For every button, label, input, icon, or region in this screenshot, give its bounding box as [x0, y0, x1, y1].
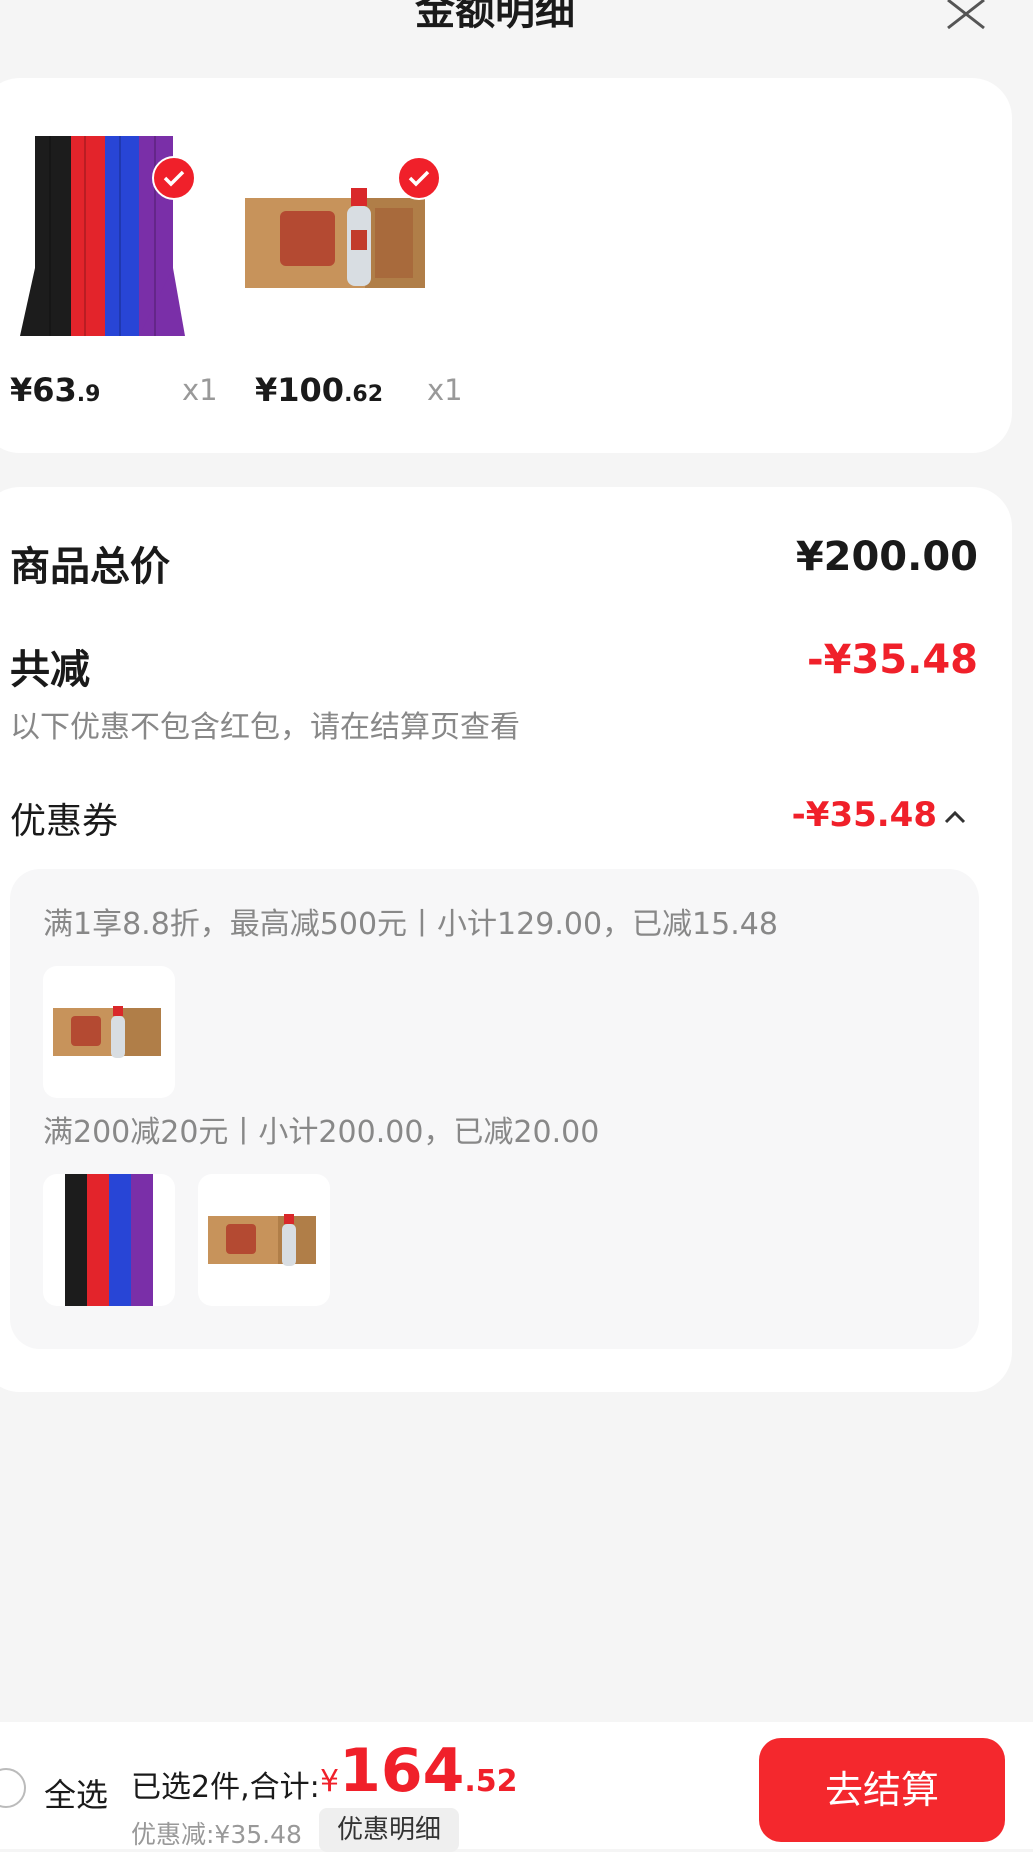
selected-products-card: ¥63.9 x1 ¥100.62 x1 [0, 78, 1012, 453]
product-image-liquor-box[interactable] [225, 118, 455, 343]
checkout-bar: 全选 已选2件,合计: ¥164.52 优惠减:¥35.48 优惠明细 去结算 [0, 1722, 1033, 1852]
coupon-value[interactable]: -¥35.48 [792, 795, 937, 835]
product-item[interactable]: ¥100.62 x1 [225, 118, 463, 428]
price-detail-card: 商品总价 ¥200.00 共减 -¥35.48 以下优惠不包含红包，请在结算页查… [0, 487, 1012, 1392]
goods-total-label: 商品总价 [10, 544, 170, 590]
coupon-label[interactable]: 优惠券 [10, 792, 118, 844]
product-checked-icon[interactable] [152, 156, 196, 200]
close-icon[interactable] [944, 0, 988, 30]
coupon-rule-text: 满200减20元丨小计200.00，已减20.00 [43, 1115, 600, 1150]
rule-product-image-belts [43, 1174, 175, 1306]
product-price: ¥100.62 [255, 371, 384, 409]
discount-amount: 优惠减:¥35.48 [131, 1820, 302, 1849]
coupon-rule-text: 满1享8.8折，最高减500元丨小计129.00，已减15.48 [43, 907, 778, 942]
rule-product-image-liquor-box [43, 966, 175, 1098]
product-quantity: x1 [427, 373, 463, 407]
page-title: 金额明细 [415, 0, 575, 34]
total-reduction-value: -¥35.48 [807, 637, 978, 683]
total-reduction-label: 共减 [10, 647, 90, 693]
discount-detail-button[interactable]: 优惠明细 [319, 1808, 459, 1852]
goods-total-value: ¥200.00 [795, 534, 978, 580]
product-quantity: x1 [182, 373, 218, 407]
rule-product-image-liquor-box [198, 1174, 330, 1306]
product-price: ¥63.9 [10, 371, 101, 409]
product-item[interactable]: ¥63.9 x1 [0, 118, 218, 428]
selected-summary: 已选2件,合计: [131, 1770, 320, 1805]
total-price: ¥164.52 [320, 1736, 518, 1806]
reduction-note: 以下优惠不包含红包，请在结算页查看 [10, 710, 520, 745]
product-image-belts[interactable] [0, 118, 210, 343]
select-all-label[interactable]: 全选 [44, 1770, 108, 1816]
chevron-up-icon[interactable] [942, 807, 968, 827]
checkout-button[interactable]: 去结算 [759, 1738, 1005, 1842]
product-checked-icon[interactable] [397, 156, 441, 200]
sheet-header: 金额明细 [0, 0, 1033, 60]
select-all-radio[interactable] [0, 1768, 26, 1808]
coupon-breakdown: 满1享8.8折，最高减500元丨小计129.00，已减15.48 满200减20… [10, 869, 979, 1349]
